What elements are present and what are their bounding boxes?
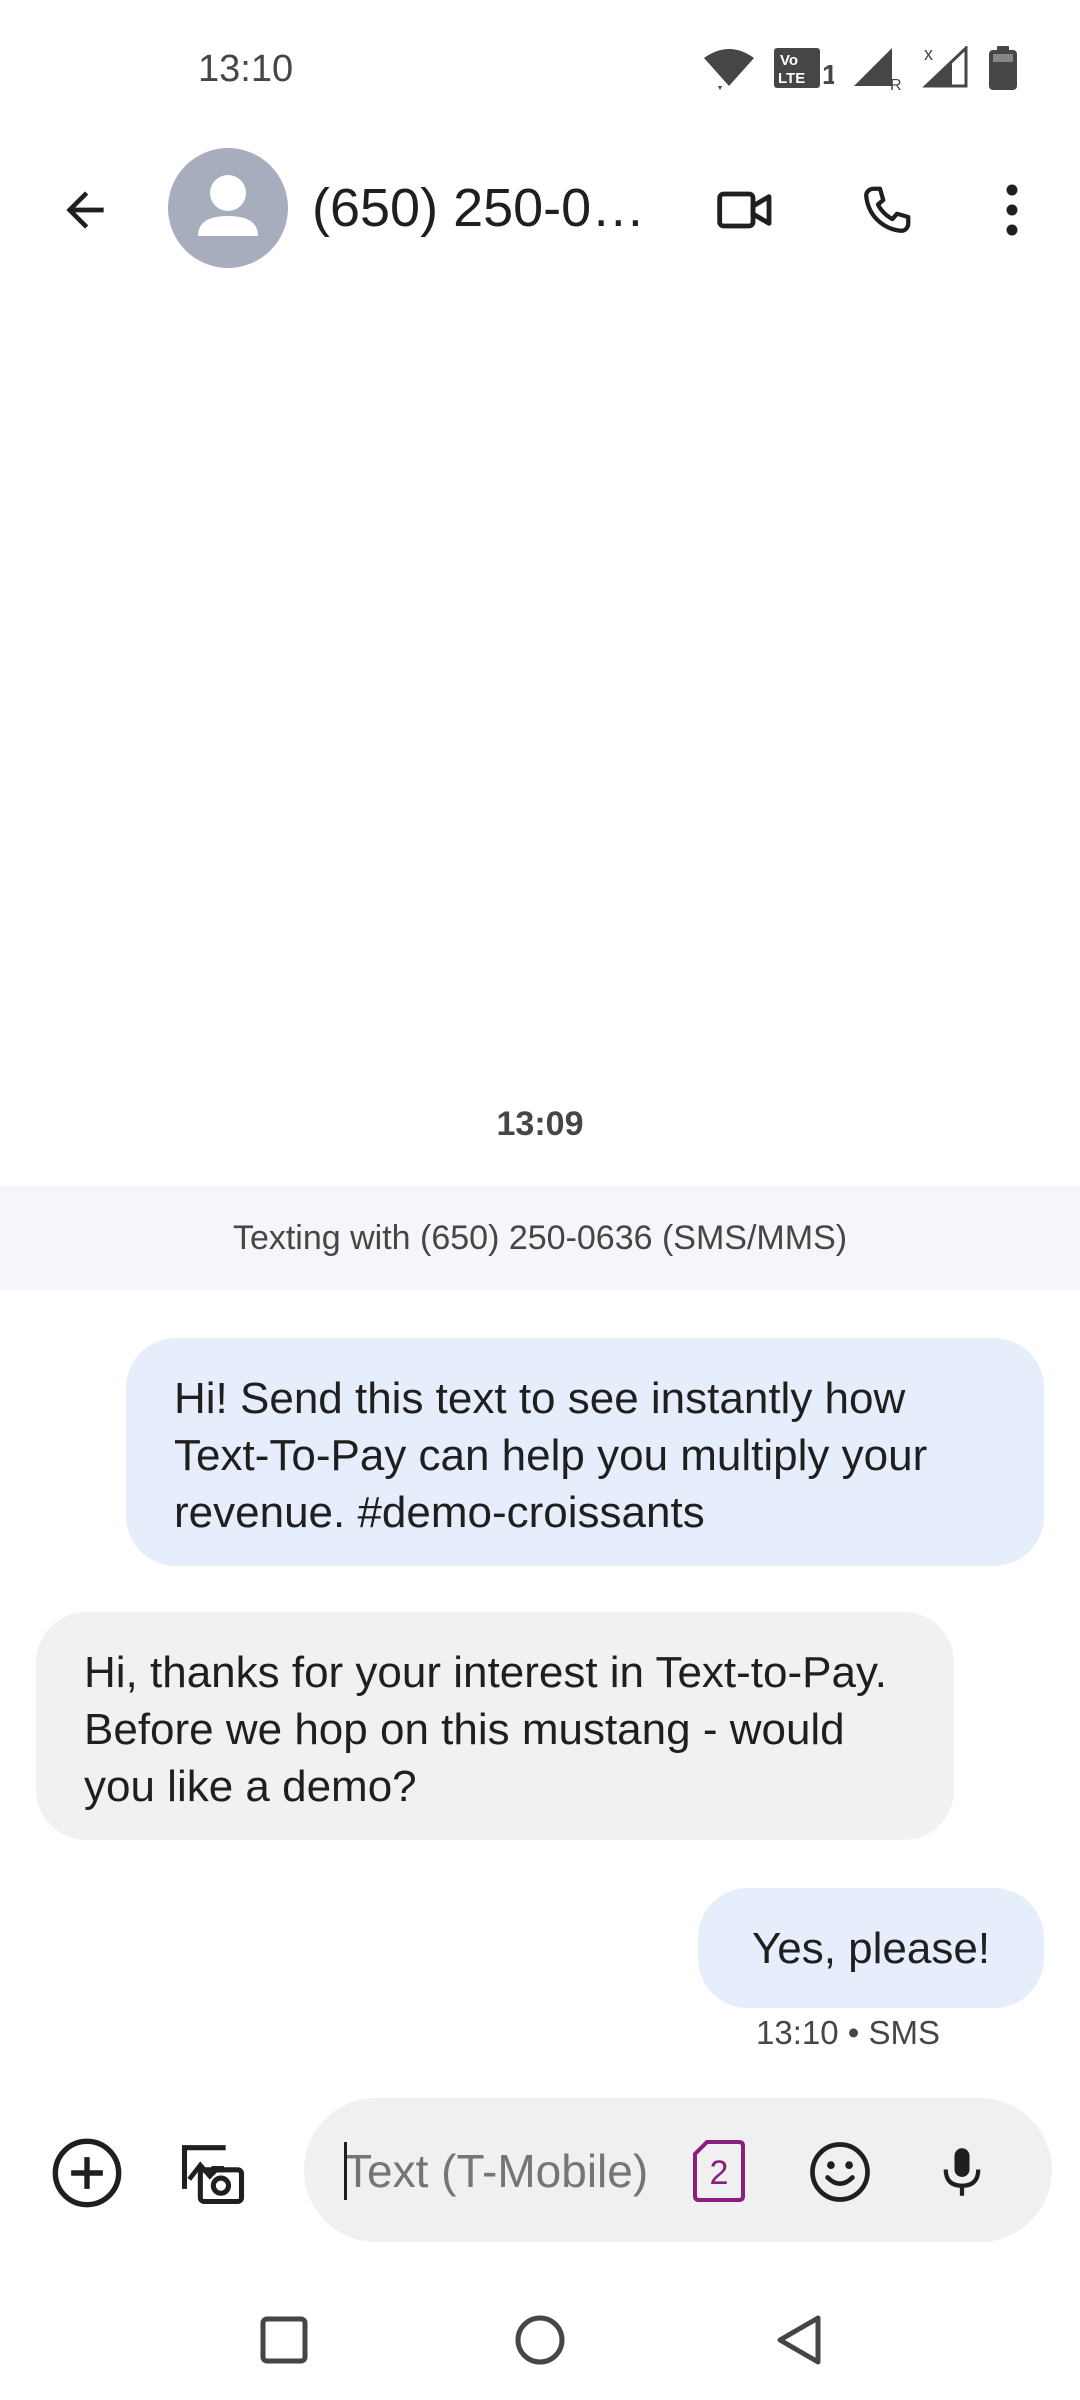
volte-top-text: Vo xyxy=(780,52,798,69)
mic-icon xyxy=(943,2148,981,2196)
date-separator: 13:09 xyxy=(496,1105,584,1143)
signal-icon-sim2: x xyxy=(922,46,968,88)
sim-icon: 2 xyxy=(693,2140,745,2202)
messages-screen: 13:10 Vo LTE 1 R x (650) 250-0636 13:09 … xyxy=(0,0,1080,2400)
nav-back-button[interactable] xyxy=(760,2300,840,2380)
system-nav-bar xyxy=(0,2280,1080,2400)
voice-input-button[interactable] xyxy=(924,2134,1000,2210)
volte-bottom-text: LTE xyxy=(778,70,805,87)
status-icons: Vo LTE 1 R x xyxy=(702,46,1018,90)
avatar-person-icon xyxy=(198,175,258,236)
recents-button[interactable] xyxy=(244,2300,324,2380)
more-options-button[interactable] xyxy=(972,165,1052,255)
sim-number: 1 xyxy=(822,59,834,90)
back-button[interactable] xyxy=(40,165,130,255)
gallery-button[interactable] xyxy=(170,2130,256,2216)
message-text: Hi! Send this text to see instantly how … xyxy=(174,1374,928,1537)
compose-field-container[interactable]: 2 xyxy=(304,2098,1052,2242)
signal-icon: R xyxy=(854,48,902,90)
status-time: 13:10 xyxy=(198,48,294,90)
more-vert-icon xyxy=(1006,184,1018,236)
phone-icon xyxy=(864,186,911,233)
message-bubble-outgoing[interactable]: Hi! Send this text to see instantly how … xyxy=(126,1338,1044,1566)
conversation-header: (650) 250-0636 xyxy=(0,140,1080,280)
video-call-button[interactable] xyxy=(700,165,790,255)
battery-icon xyxy=(989,46,1017,90)
back-arrow-icon xyxy=(66,191,104,229)
add-circle-icon xyxy=(52,2138,122,2208)
sim-selector-button[interactable]: 2 xyxy=(684,2136,754,2206)
message-bubble-incoming[interactable]: Hi, thanks for your interest in Text-to-… xyxy=(36,1612,954,1840)
back-icon xyxy=(777,2315,821,2365)
message-text: Yes, please! xyxy=(751,1923,991,1973)
message-bubble-outgoing[interactable]: Yes, please! xyxy=(698,1888,1044,2008)
sim-badge-number: 2 xyxy=(710,2154,729,2192)
compose-bar: 2 xyxy=(0,2090,1080,2260)
avatar[interactable] xyxy=(168,148,288,268)
texting-with-banner: Texting with (650) 250-0636 (SMS/MMS) xyxy=(0,1186,1080,1290)
voice-call-button[interactable] xyxy=(842,165,932,255)
banner-text: Texting with (650) 250-0636 (SMS/MMS) xyxy=(232,1218,848,1257)
gallery-icon xyxy=(181,2145,245,2205)
home-icon xyxy=(515,2315,565,2365)
emoji-icon xyxy=(810,2142,870,2202)
text-caret xyxy=(344,2142,347,2200)
recents-icon xyxy=(260,2316,308,2364)
contact-title[interactable]: (650) 250-0636 xyxy=(312,170,664,246)
home-button[interactable] xyxy=(500,2300,580,2380)
message-input[interactable] xyxy=(344,2138,664,2204)
emoji-button[interactable] xyxy=(802,2134,878,2210)
wifi-icon xyxy=(704,49,754,90)
status-bar: 13:10 Vo LTE 1 R x xyxy=(0,0,1080,140)
message-timestamp: 13:10 • SMS xyxy=(756,2014,940,2051)
video-camera-icon xyxy=(717,191,772,229)
no-signal-marker: x xyxy=(924,46,933,64)
roaming-marker: R xyxy=(890,77,902,90)
volte-icon: Vo LTE 1 xyxy=(774,48,834,90)
message-text: Hi, thanks for your interest in Text-to-… xyxy=(84,1648,887,1811)
add-attachment-button[interactable] xyxy=(44,2130,130,2216)
